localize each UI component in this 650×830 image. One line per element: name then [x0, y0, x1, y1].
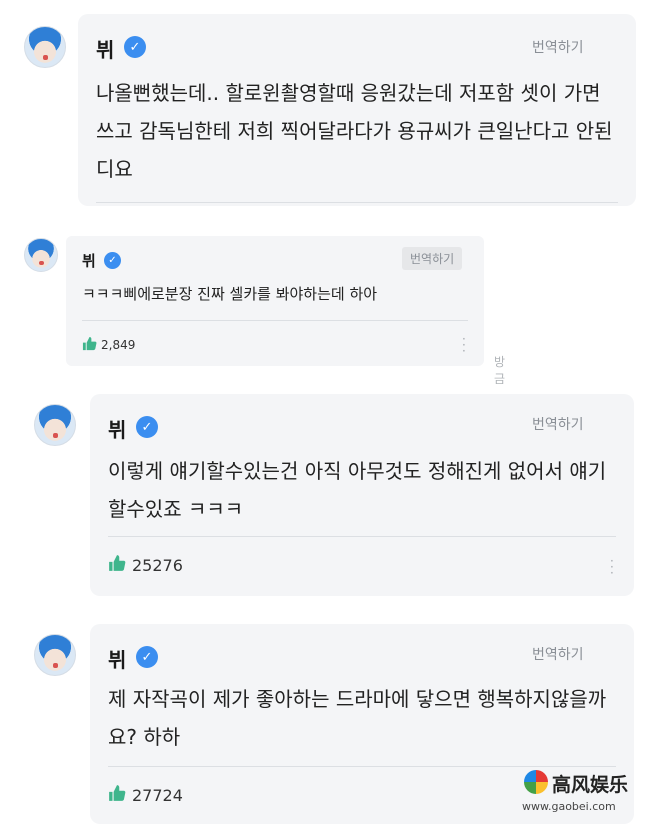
avatar[interactable] [24, 26, 66, 68]
thumbs-up-icon [108, 554, 126, 576]
watermark-url: www.gaobei.com [522, 800, 616, 813]
thumbs-up-icon [82, 336, 97, 354]
watermark: 高风娱乐 www.gaobei.com [520, 768, 640, 818]
like-count[interactable]: 25276 [108, 554, 183, 576]
author-name[interactable]: 뷔 [82, 250, 96, 271]
more-options-icon[interactable]: · · · [462, 333, 466, 357]
author-name[interactable]: 뷔 [96, 34, 114, 63]
more-options-icon[interactable]: · · · [610, 555, 614, 579]
divider [82, 320, 468, 321]
like-count-value: 27724 [132, 785, 183, 805]
like-count[interactable]: 2,849 [82, 336, 135, 354]
divider [108, 766, 616, 767]
like-count-value: 2,849 [101, 338, 136, 352]
translate-button[interactable]: 번역하기 [532, 37, 584, 57]
translate-button[interactable]: 번역하기 [402, 247, 463, 270]
divider [96, 202, 618, 203]
avatar[interactable] [34, 404, 76, 446]
comment-text: 제 자작곡이 제가 좋아하는 드라마에 닿으면 행복하지않을까요? 하하 [108, 687, 607, 749]
thumbs-up-icon [108, 784, 126, 806]
avatar[interactable] [24, 238, 58, 272]
comment-text: 나올뻔했는데.. 할로윈촬영할때 응원갔는데 저포함 셋이 가면쓰고 감독님한테… [96, 81, 613, 181]
comment-text: 이렇게 얘기할수있는건 아직 아무것도 정해진게 없어서 얘기할수있죠 ㅋㅋㅋ [108, 459, 607, 521]
verified-badge-icon: ✓ [104, 252, 121, 269]
watermark-title: 高风娱乐 [552, 774, 629, 796]
verified-badge-icon: ✓ [136, 646, 158, 668]
comment-text: ㅋㅋㅋ삐에로분장 진짜 셀카를 봐야하는데 하아 [82, 285, 378, 303]
verified-badge-icon: ✓ [124, 36, 146, 58]
like-count-value: 25276 [132, 555, 183, 575]
watermark-logo-icon [524, 770, 548, 794]
author-name[interactable]: 뷔 [108, 414, 126, 443]
verified-badge-icon: ✓ [136, 416, 158, 438]
translate-button[interactable]: 번역하기 [532, 414, 584, 434]
author-name[interactable]: 뷔 [108, 644, 126, 673]
timestamp-label: 방금 [494, 355, 506, 386]
avatar[interactable] [34, 634, 76, 676]
like-count[interactable]: 27724 [108, 784, 183, 806]
divider [108, 536, 616, 537]
translate-button[interactable]: 번역하기 [532, 644, 584, 664]
